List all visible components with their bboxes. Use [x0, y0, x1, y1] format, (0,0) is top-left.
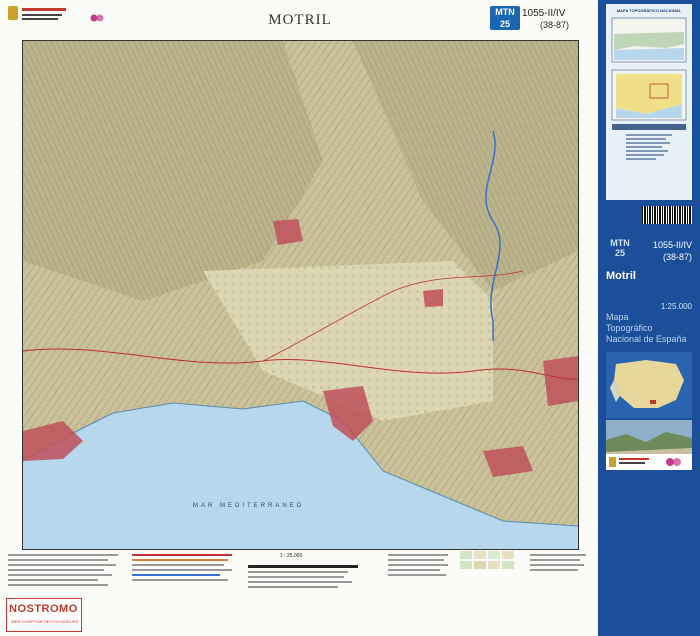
barcode	[642, 206, 692, 224]
nostromo-tagline: WEB COMPTOIR DES VOYAGEURS	[11, 619, 79, 624]
cover-sheet-number: 1055-II/IV	[652, 240, 692, 250]
legend-scale	[248, 551, 368, 629]
cover-series-title: Mapa Topográfico Nacional de España	[606, 312, 687, 344]
urban-area-valley	[423, 289, 443, 307]
cover-government-logo	[606, 454, 692, 470]
mtn-badge: MTN 25	[490, 6, 520, 30]
cover-panel: MAPA TOPOGRÁFICO NACIONAL MTN 25 1055-II…	[598, 0, 700, 636]
spain-locator-map	[606, 352, 692, 418]
urban-area-inland	[273, 219, 303, 245]
cover-scale: 1:25.000	[660, 302, 692, 311]
map-frame[interactable]: MAR MEDITERRANEO	[22, 40, 579, 550]
map-sheet: MOTRIL MTN 25 1055-II/IV (38-87) MAR MED…	[0, 0, 598, 636]
legend-strip	[8, 551, 592, 631]
government-logo	[8, 6, 68, 30]
sheet-number: 1055-II/IV	[522, 8, 566, 19]
scale-label: 1 : 25.000	[280, 553, 303, 559]
sheet-code: (38-87)	[540, 20, 570, 30]
legend-population	[388, 551, 458, 629]
ign-logo	[90, 14, 104, 22]
sea-label: MAR MEDITERRANEO	[193, 503, 304, 509]
sheet-header: MOTRIL MTN 25 1055-II/IV (38-87)	[0, 0, 598, 38]
nostromo-brand: NOSTROMO	[9, 603, 78, 615]
nostromo-watermark: NOSTROMO WEB COMPTOIR DES VOYAGEURS	[6, 598, 82, 632]
index-maps	[611, 17, 687, 160]
map-canvas: MAR MEDITERRANEO	[23, 41, 578, 549]
sheet-title: MOTRIL	[268, 12, 332, 28]
cover-sheet-name: Motril	[606, 270, 636, 282]
legend-grid	[530, 551, 590, 629]
legend-vegetation	[460, 551, 524, 629]
urban-area-east	[543, 356, 578, 406]
crest-icon	[8, 6, 18, 20]
cover-sheet-code: (38-87)	[662, 252, 692, 262]
legend-roads	[132, 551, 242, 629]
cover-mtn-badge: MTN 25	[610, 238, 630, 258]
index-panel: MAPA TOPOGRÁFICO NACIONAL	[606, 4, 692, 200]
